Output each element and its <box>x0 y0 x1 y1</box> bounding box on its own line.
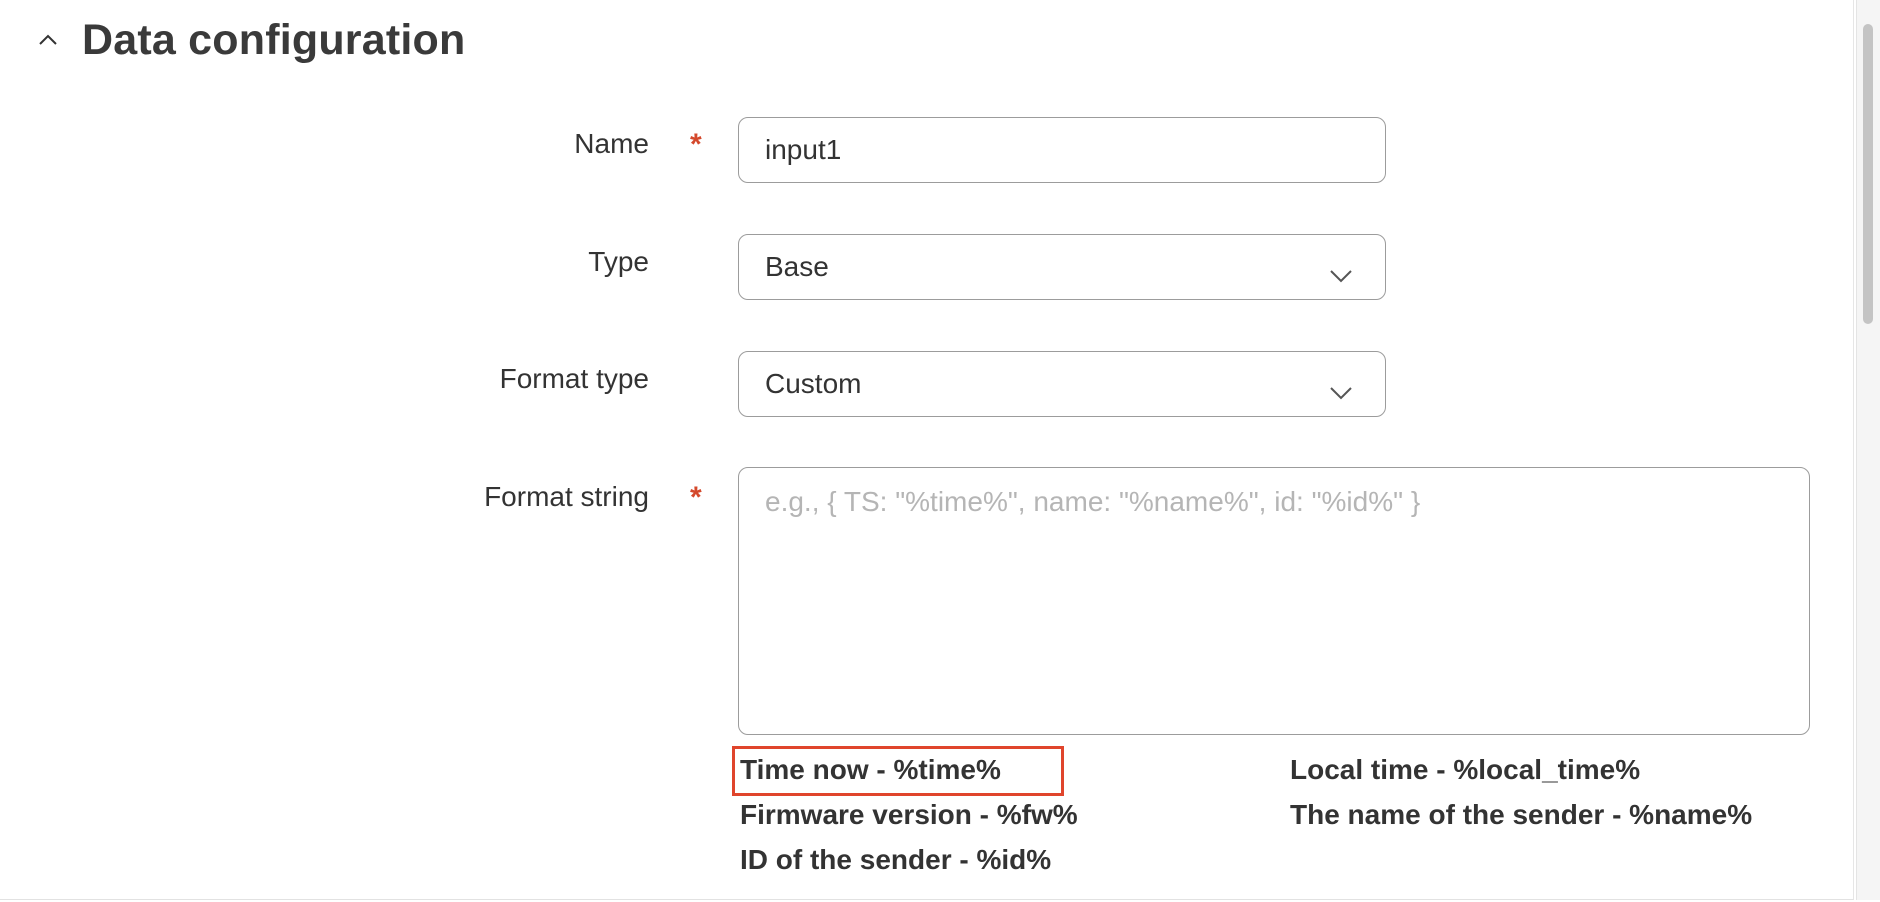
data-configuration-panel: Data configuration Name * Type Base Form… <box>0 0 1854 900</box>
hint-time-now: Time now - %time% <box>740 754 1001 785</box>
hint-local-time: Local time - %local_time% <box>1290 754 1641 785</box>
page: Data configuration Name * Type Base Form… <box>0 0 1880 902</box>
format-string-required-mark: * <box>690 481 702 514</box>
chevron-down-icon <box>1329 259 1353 283</box>
chevron-up-icon[interactable] <box>36 28 60 52</box>
format-type-select[interactable]: Custom <box>738 351 1386 417</box>
hint-sender-name: The name of the sender - %name% <box>1290 799 1753 830</box>
format-string-textarea[interactable] <box>738 467 1810 735</box>
type-select[interactable]: Base <box>738 234 1386 300</box>
chevron-down-icon <box>1329 376 1353 400</box>
vertical-scrollbar[interactable] <box>1856 0 1880 900</box>
format-type-label: Format type <box>499 363 649 394</box>
name-input[interactable] <box>738 117 1386 183</box>
type-label: Type <box>588 246 649 277</box>
format-type-select-value: Custom <box>765 368 862 399</box>
section-title: Data configuration <box>82 15 466 64</box>
name-label: Name <box>574 128 649 159</box>
scrollbar-thumb[interactable] <box>1863 24 1873 324</box>
hint-firmware-version: Firmware version - %fw% <box>740 799 1078 830</box>
name-required-mark: * <box>690 128 702 161</box>
format-string-label: Format string <box>484 481 649 512</box>
type-select-value: Base <box>765 251 829 282</box>
hint-sender-id: ID of the sender - %id% <box>740 844 1052 875</box>
section-header-toggle[interactable]: Data configuration <box>36 10 465 70</box>
